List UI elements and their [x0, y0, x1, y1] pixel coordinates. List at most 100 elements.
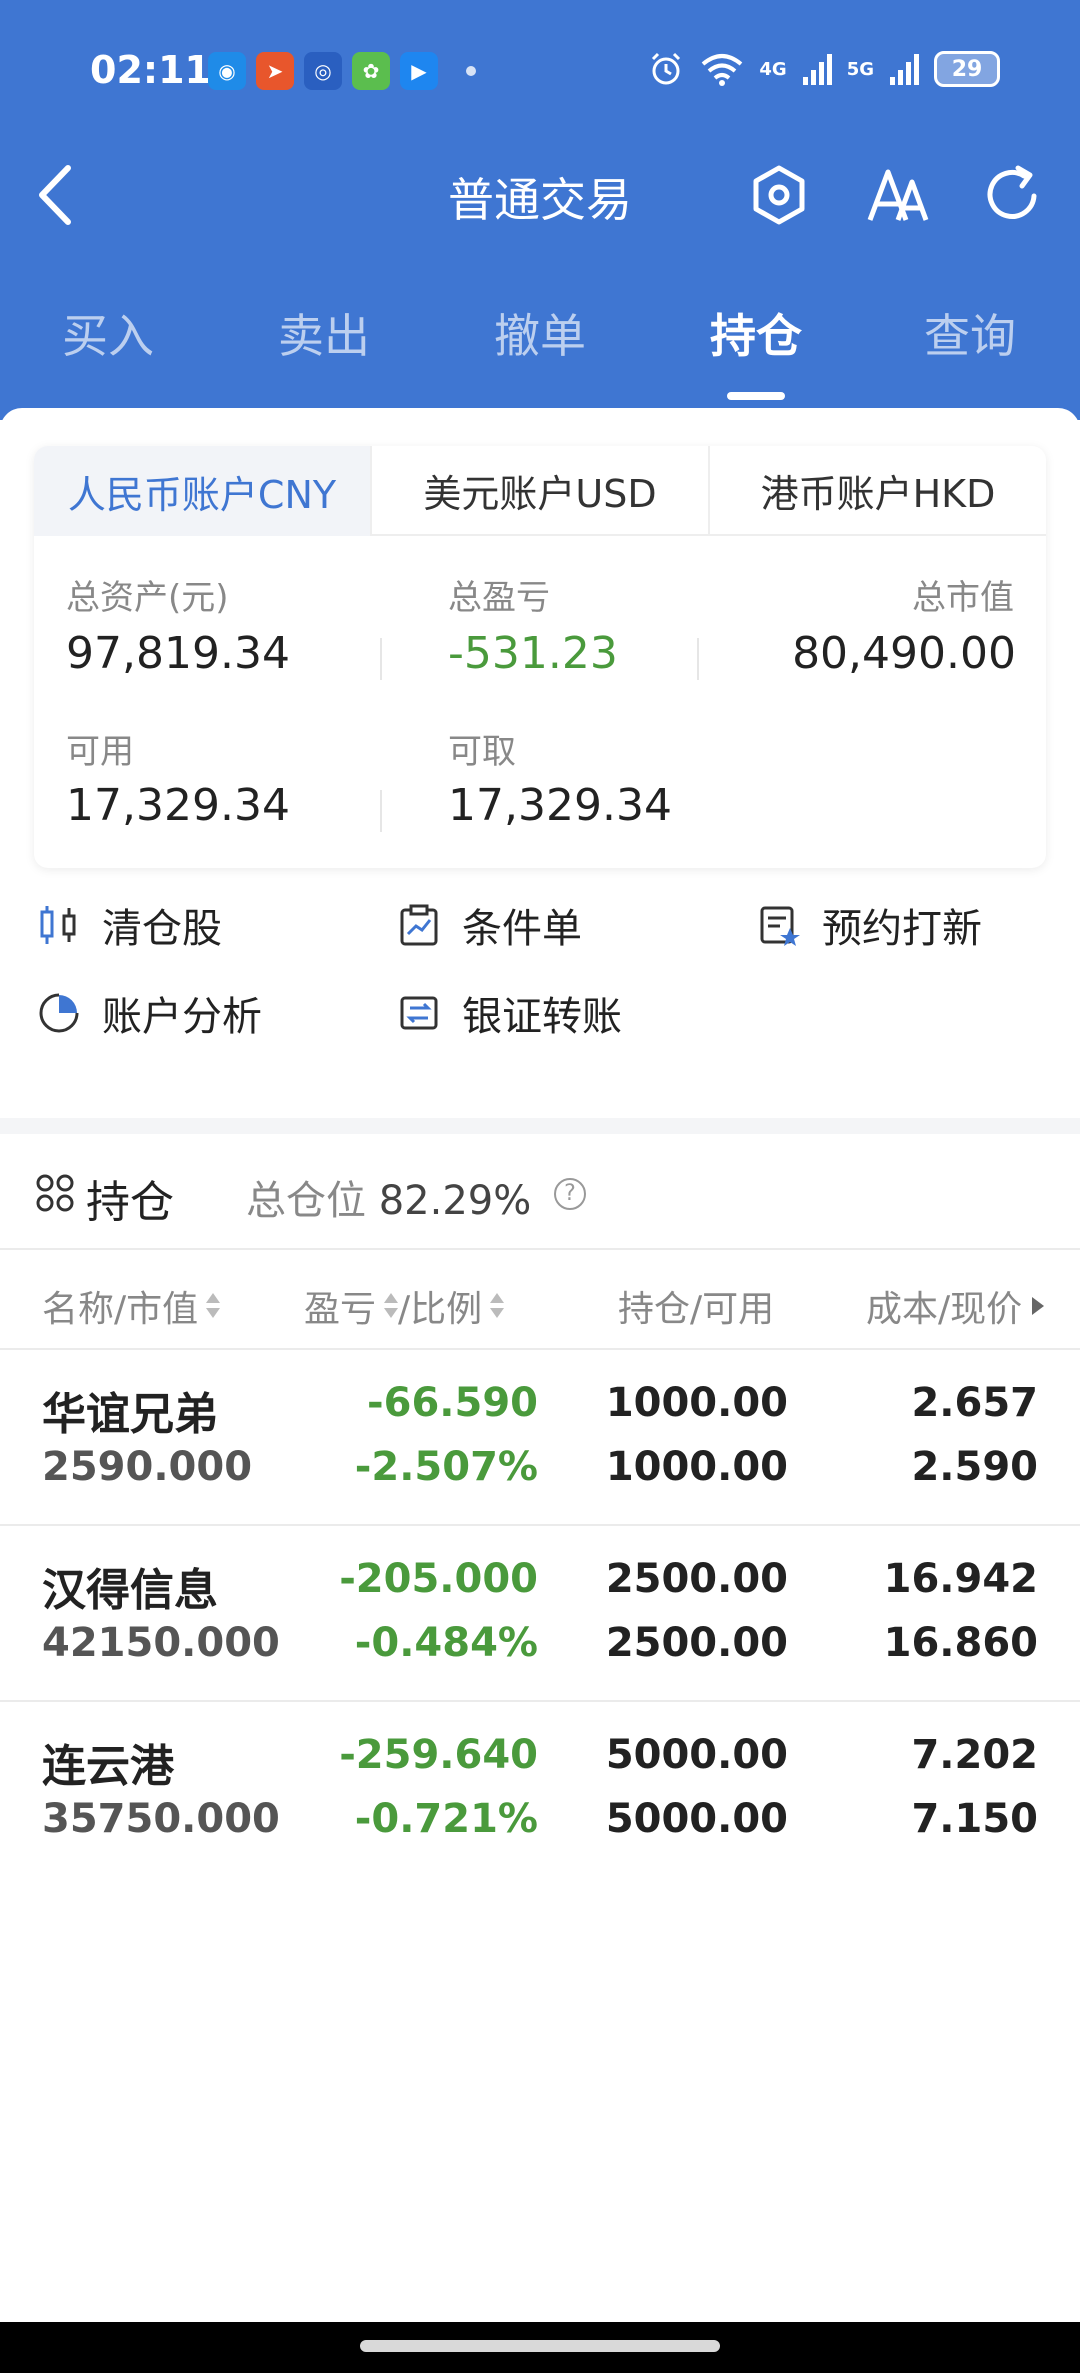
- quick-actions: 清仓股 条件单 预约打新 账户分析 银证转账: [0, 878, 1080, 1108]
- stock-name: 华谊兄弟: [42, 1389, 218, 1440]
- stock-pnl-ratio: -0.721%: [354, 1796, 538, 1842]
- total-pnl-value: -531.23: [448, 628, 618, 679]
- available-label: 可用: [66, 732, 134, 772]
- transfer-icon: [400, 996, 438, 1030]
- stock-pnl-ratio: -0.484%: [354, 1620, 538, 1666]
- home-indicator[interactable]: [360, 2340, 720, 2352]
- account-tab-usd[interactable]: 美元账户USD: [370, 446, 708, 536]
- sort-icon: [206, 1291, 221, 1321]
- stock-price: 2.590: [911, 1444, 1038, 1490]
- sort-icon: [384, 1291, 399, 1321]
- divider: [380, 638, 382, 680]
- stock-holding: 2500.00: [605, 1556, 788, 1602]
- tab-query[interactable]: 查询: [900, 300, 1040, 366]
- withdrawable-value: 17,329.34: [448, 780, 672, 831]
- stock-cost: 16.942: [883, 1556, 1038, 1602]
- tab-buy[interactable]: 买入: [38, 300, 178, 366]
- stock-pnl-ratio: -2.507%: [354, 1444, 538, 1490]
- stock-holding: 5000.00: [605, 1732, 788, 1778]
- battery-level: 29: [951, 56, 983, 82]
- stock-available: 2500.00: [605, 1620, 788, 1666]
- stock-cost: 2.657: [911, 1380, 1038, 1426]
- stock-available: 5000.00: [605, 1796, 788, 1842]
- clear-stock-icon: [40, 906, 76, 944]
- column-cost-price[interactable]: 成本/现价: [866, 1280, 1045, 1332]
- withdrawable-label: 可取: [448, 732, 516, 772]
- help-icon[interactable]: ?: [554, 1178, 586, 1210]
- available-value: 17,329.34: [66, 780, 290, 831]
- action-clear-stock[interactable]: 清仓股: [36, 890, 222, 960]
- section-divider: [0, 1118, 1080, 1134]
- action-label: 清仓股: [102, 906, 222, 952]
- app-icon: ✿: [352, 52, 390, 90]
- column-pnl[interactable]: 盈亏/比例: [304, 1280, 505, 1332]
- refresh-icon[interactable]: [980, 162, 1046, 228]
- action-conditional-order[interactable]: 条件单: [396, 890, 582, 960]
- stock-available: 1000.00: [605, 1444, 788, 1490]
- action-bank-transfer[interactable]: 银证转账: [396, 978, 622, 1048]
- tab-sell[interactable]: 卖出: [254, 300, 394, 366]
- font-size-icon[interactable]: [864, 162, 930, 228]
- action-account-analysis[interactable]: 账户分析: [36, 978, 262, 1048]
- stock-name: 汉得信息: [42, 1565, 218, 1616]
- network-5g-label: 5G: [846, 58, 874, 80]
- scroll-right-icon: [1032, 1297, 1045, 1315]
- signal-icon: [802, 54, 832, 85]
- market-value-value: 80,490.00: [792, 628, 1016, 679]
- active-tab-indicator: [727, 392, 785, 400]
- network-4g-label: 4G: [759, 58, 787, 80]
- action-label: 银证转账: [462, 994, 622, 1040]
- tab-cancel[interactable]: 撤单: [470, 300, 610, 366]
- stock-price: 16.860: [883, 1620, 1038, 1666]
- action-label: 账户分析: [102, 994, 262, 1040]
- stock-name: 连云港: [42, 1741, 174, 1792]
- market-value-label: 总市值: [912, 578, 1014, 618]
- stock-pnl: -259.640: [339, 1732, 538, 1778]
- action-ipo-subscribe[interactable]: 预约打新: [756, 890, 982, 960]
- divider: [380, 790, 382, 832]
- signal-icon: [890, 54, 919, 85]
- stock-holding: 1000.00: [605, 1380, 788, 1426]
- total-assets-value: 97,819.34: [66, 628, 290, 679]
- system-icons: 4G 5G 29: [647, 50, 1000, 88]
- position-value: 82.29%: [378, 1178, 532, 1224]
- conditional-order-icon: [400, 904, 438, 946]
- account-summary-card: 人民币账户CNY 美元账户USD 港币账户HKD 总资产(元) 97,819.3…: [34, 446, 1046, 868]
- stock-cost: 7.202: [911, 1732, 1038, 1778]
- table-row[interactable]: 连云港 35750.000 -259.640 -0.721% 5000.00 5…: [0, 1702, 1080, 1878]
- account-tab-cny[interactable]: 人民币账户CNY: [34, 446, 370, 536]
- holdings-table-header: 名称/市值 盈亏/比例 持仓/可用 成本/现价: [0, 1250, 1080, 1350]
- column-name[interactable]: 名称/市值: [42, 1280, 221, 1332]
- settings-hexagon-icon[interactable]: [746, 162, 812, 228]
- stock-price: 7.150: [911, 1796, 1038, 1842]
- pie-chart-icon: [39, 993, 79, 1033]
- total-position: 总仓位 82.29%: [246, 1168, 531, 1226]
- stock-pnl: -205.000: [339, 1556, 538, 1602]
- status-bar: 02:11 ◉ ➤ ◎ ✿ ▶ 4G 5G 29: [0, 0, 1080, 140]
- account-tabs: 人民币账户CNY 美元账户USD 港币账户HKD: [34, 446, 1046, 536]
- column-holding: 持仓/可用: [618, 1289, 775, 1330]
- more-notifications-icon: [466, 66, 476, 76]
- holdings-grid-icon: [36, 1174, 74, 1212]
- trade-tabs: 买入 卖出 撤单 持仓 查询: [0, 290, 1080, 400]
- stock-market-value: 42150.000: [42, 1620, 280, 1666]
- nav-bar: 普通交易: [0, 140, 1080, 250]
- app-icon: ➤: [256, 52, 294, 90]
- table-row[interactable]: 汉得信息 42150.000 -205.000 -0.484% 2500.00 …: [0, 1526, 1080, 1702]
- wifi-icon: [702, 54, 743, 86]
- account-metrics: 总资产(元) 97,819.34 总盈亏 -531.23 总市值 80,490.…: [34, 536, 1046, 868]
- sort-icon: [490, 1291, 505, 1321]
- battery-indicator: 29: [934, 51, 1000, 87]
- content-sheet: 人民币账户CNY 美元账户USD 港币账户HKD 总资产(元) 97,819.3…: [0, 408, 1080, 2373]
- alarm-icon: [652, 52, 681, 85]
- tab-holdings[interactable]: 持仓: [686, 300, 826, 366]
- top-header-area: 02:11 ◉ ➤ ◎ ✿ ▶ 4G 5G 29 普通交易 买入 卖出 撤单 持…: [0, 0, 1080, 420]
- holdings-title: 持仓: [86, 1177, 174, 1228]
- table-row[interactable]: 华谊兄弟 2590.000 -66.590 -2.507% 1000.00 10…: [0, 1350, 1080, 1526]
- total-assets-label: 总资产(元): [66, 578, 229, 618]
- stock-pnl: -66.590: [367, 1380, 538, 1426]
- app-icon: ▶: [400, 52, 438, 90]
- total-pnl-label: 总盈亏: [448, 578, 550, 618]
- account-tab-hkd[interactable]: 港币账户HKD: [708, 446, 1046, 536]
- system-nav-bar: [0, 2322, 1080, 2373]
